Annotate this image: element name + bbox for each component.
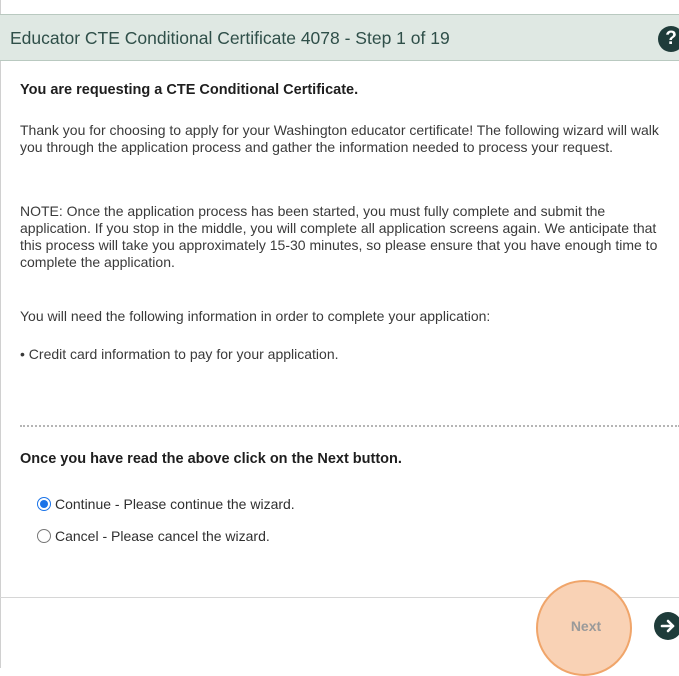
intro-paragraph: Thank you for choosing to apply for your…	[20, 122, 659, 155]
cancel-radio[interactable]	[37, 529, 51, 543]
page-heading: You are requesting a CTE Conditional Cer…	[20, 82, 359, 98]
wizard-title: Educator CTE Conditional Certificate 407…	[10, 28, 450, 48]
help-icon[interactable]: ?	[658, 26, 679, 52]
cancel-option-label: Cancel - Please cancel the wizard.	[55, 528, 270, 544]
wizard-frame	[0, 0, 679, 668]
wizard-header: Educator CTE Conditional Certificate 407…	[0, 14, 679, 61]
cancel-option[interactable]: Cancel - Please cancel the wizard.	[37, 528, 270, 544]
continue-option-label: Continue - Please continue the wizard.	[55, 496, 295, 512]
next-button[interactable]: Next	[548, 611, 624, 641]
dotted-divider	[20, 425, 679, 427]
arrow-right-icon[interactable]	[654, 612, 679, 640]
continue-option[interactable]: Continue - Please continue the wizard.	[37, 496, 295, 512]
instruction-heading: Once you have read the above click on th…	[20, 451, 402, 467]
requirement-item: • Credit card information to pay for you…	[20, 346, 339, 362]
note-paragraph: NOTE: Once the application process has b…	[20, 203, 658, 270]
continue-radio[interactable]	[37, 497, 51, 511]
requirements-paragraph: You will need the following information …	[20, 308, 491, 324]
